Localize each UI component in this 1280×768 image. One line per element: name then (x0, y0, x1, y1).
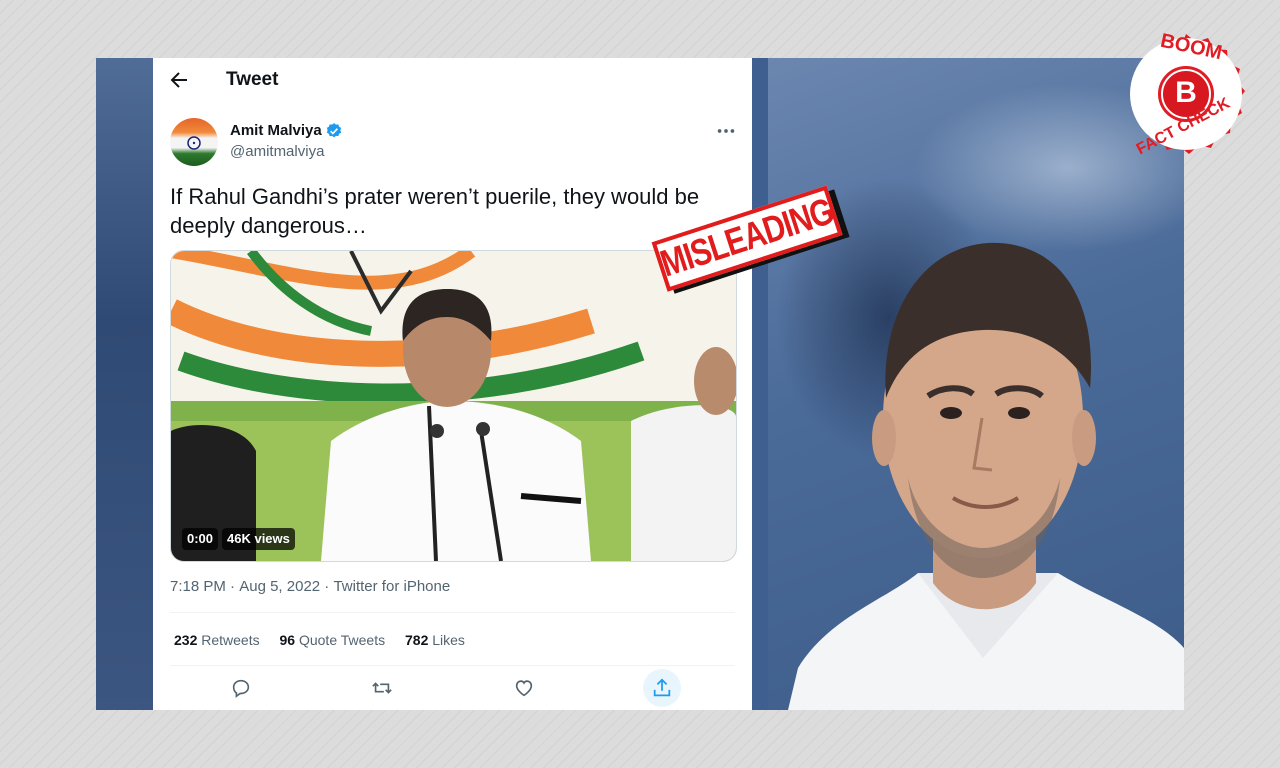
boom-fact-check-logo: BOOM B FACT CHECK (1114, 22, 1258, 166)
verified-badge-icon (326, 123, 342, 138)
video-views: 46K views (222, 528, 295, 550)
retweet-icon[interactable] (371, 677, 393, 699)
tweet-source[interactable]: Twitter for iPhone (333, 578, 450, 595)
meta-separator: · (230, 578, 236, 595)
like-icon[interactable] (513, 677, 535, 699)
retweets-stat[interactable]: 232 Retweets (174, 632, 260, 648)
video-frame (171, 251, 736, 561)
share-button[interactable] (643, 669, 681, 707)
tweet-time[interactable]: 7:18 PM (170, 578, 226, 595)
divider (170, 665, 735, 666)
tweet-text: If Rahul Gandhi’s prater weren’t puerile… (170, 184, 700, 238)
quote-tweets-stat[interactable]: 96 Quote Tweets (280, 632, 386, 648)
logo-letter: B (1175, 76, 1197, 109)
meta-separator: · (324, 578, 330, 595)
back-arrow-icon[interactable] (167, 68, 191, 92)
tweet-card: Tweet Amit Malviya @amitmalviya If Rahul… (153, 58, 752, 710)
author-handle[interactable]: @amitmalviya (230, 143, 324, 160)
reply-icon[interactable] (230, 677, 252, 699)
video-duration: 0:00 (182, 528, 219, 550)
video-thumbnail[interactable]: 0:00 46K views (170, 250, 737, 562)
page-title: Tweet (226, 69, 279, 90)
tweet-header: Tweet (153, 58, 752, 102)
avatar[interactable] (170, 118, 218, 166)
tweet-date[interactable]: Aug 5, 2022 (239, 578, 320, 595)
thumbnail-composite: Tweet Amit Malviya @amitmalviya If Rahul… (96, 58, 1184, 710)
background-left-blur (96, 58, 156, 710)
likes-stat[interactable]: 782 Likes (405, 632, 465, 648)
divider (170, 612, 735, 613)
more-options-icon[interactable] (715, 120, 737, 142)
share-icon (653, 678, 671, 697)
author-name[interactable]: Amit Malviya (230, 122, 322, 139)
tweet-stats: 232 Retweets 96 Quote Tweets 782 Likes (174, 632, 481, 648)
tweet-meta: 7:18 PM · Aug 5, 2022 · Twitter for iPho… (170, 578, 450, 595)
